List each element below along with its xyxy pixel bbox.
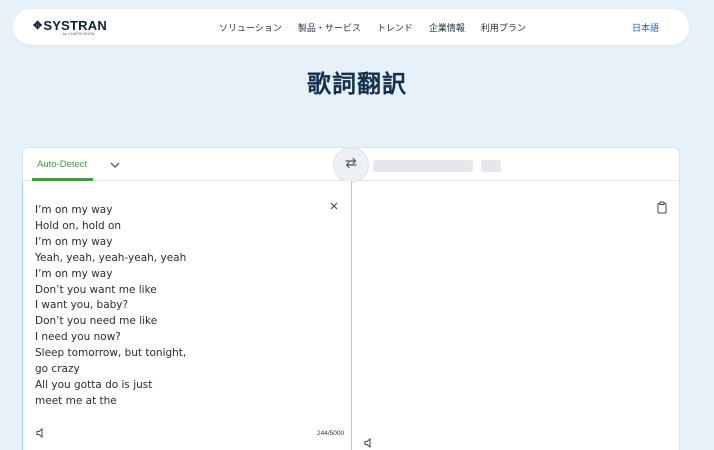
page-title: 歌詞翻訳: [307, 71, 407, 98]
brand-subtitle: by CHAPSVISION: [63, 32, 95, 36]
swap-icon: [344, 156, 358, 175]
swap-languages-button[interactable]: [333, 147, 369, 183]
speaker-icon[interactable]: [35, 426, 47, 439]
systran-logo[interactable]: ✥ SYSTRAN by CHAPSVISION: [33, 18, 107, 38]
translator-panel: Auto-Detect I’m on my way Hold on, hold …: [22, 147, 680, 450]
brand-glyph-icon: ✥: [33, 20, 43, 32]
nav-item-trends[interactable]: トレンド: [377, 21, 413, 34]
character-counter: 244/5000: [317, 430, 345, 437]
language-selector[interactable]: 日本語: [632, 21, 659, 34]
nav-item-products[interactable]: 製品・サービス: [298, 21, 361, 34]
target-language-placeholder[interactable]: [373, 160, 473, 172]
speaker-icon[interactable]: [363, 436, 375, 449]
main-nav: ソリューション 製品・サービス トレンド 企業情報 利用プラン: [219, 9, 526, 45]
nav-item-pricing[interactable]: 利用プラン: [481, 21, 526, 34]
translator-header: Auto-Detect: [23, 147, 679, 183]
chevron-down-icon[interactable]: [109, 158, 121, 170]
brand-name: SYSTRAN: [43, 18, 107, 33]
source-text-area[interactable]: I’m on my way Hold on, hold on I’m on my…: [22, 181, 352, 450]
source-language-tab[interactable]: Auto-Detect: [37, 159, 87, 170]
source-text[interactable]: I’m on my way Hold on, hold on I’m on my…: [35, 203, 325, 410]
clipboard-icon[interactable]: [656, 201, 668, 214]
nav-item-solutions[interactable]: ソリューション: [219, 21, 282, 34]
nav-item-company[interactable]: 企業情報: [429, 21, 465, 34]
top-navbar: ✥ SYSTRAN by CHAPSVISION ソリューション 製品・サービス…: [13, 9, 689, 45]
close-icon[interactable]: [328, 199, 340, 211]
target-language-placeholder-small: [481, 160, 501, 172]
